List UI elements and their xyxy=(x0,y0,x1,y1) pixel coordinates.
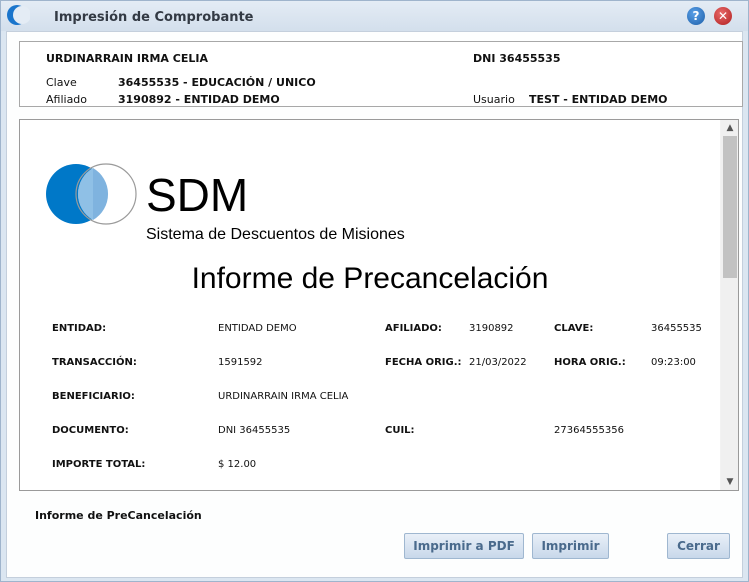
header-dni: DNI 36455535 xyxy=(473,52,561,65)
transaccion-value: 1591592 xyxy=(218,357,263,368)
document-page: SDM Sistema de Descuentos de Misiones In… xyxy=(20,120,720,490)
transaccion-label: TRANSACCIÓN: xyxy=(52,357,137,368)
clave-label: CLAVE: xyxy=(554,323,594,334)
header-afiliado-label: Afiliado xyxy=(46,93,88,106)
close-icon[interactable]: ✕ xyxy=(714,7,732,25)
header-name: URDINARRAIN IRMA CELIA xyxy=(46,52,208,65)
importe-value: $ 12.00 xyxy=(218,459,257,470)
entidad-value: ENTIDAD DEMO xyxy=(218,323,297,334)
help-icon[interactable]: ? xyxy=(687,7,705,25)
window-title: Impresión de Comprobante xyxy=(54,10,254,25)
scroll-up-icon[interactable]: ▲ xyxy=(721,120,738,136)
blank-area xyxy=(620,160,690,222)
fecha-value: 21/03/2022 xyxy=(469,357,527,368)
header-afiliado-value: 3190892 - ENTIDAD DEMO xyxy=(118,93,280,106)
app-logo-icon xyxy=(7,5,30,25)
documento-label: DOCUMENTO: xyxy=(52,425,129,436)
vertical-scrollbar[interactable]: ▲ ▼ xyxy=(721,120,738,490)
close-button[interactable]: Cerrar xyxy=(667,533,730,559)
sdm-logo-icon xyxy=(46,163,137,225)
fecha-label: FECHA ORIG.: xyxy=(385,357,462,368)
header-clave-label: Clave xyxy=(46,76,77,89)
scroll-down-icon[interactable]: ▼ xyxy=(721,474,738,490)
clave-value: 36455535 xyxy=(651,323,702,334)
print-button[interactable]: Imprimir xyxy=(532,533,609,559)
afiliado-label: AFILIADO: xyxy=(385,323,442,334)
scrollbar-thumb[interactable] xyxy=(723,136,737,278)
title-bar[interactable]: Impresión de Comprobante ? ✕ xyxy=(1,1,748,31)
afiliado-value: 3190892 xyxy=(469,323,514,334)
hora-label: HORA ORIG.: xyxy=(554,357,626,368)
logo-subtitle: Sistema de Descuentos de Misiones xyxy=(146,226,405,243)
document-preview[interactable]: SDM Sistema de Descuentos de Misiones In… xyxy=(19,119,739,491)
dialog-content: URDINARRAIN IRMA CELIA DNI 36455535 Clav… xyxy=(6,31,743,578)
document-title: Informe de Precancelación xyxy=(191,262,549,295)
cuil-label: CUIL: xyxy=(385,425,415,436)
cuil-value: 27364555356 xyxy=(554,425,624,436)
header-clave-value: 36455535 - EDUCACIÓN / UNICO xyxy=(118,76,316,89)
entidad-label: ENTIDAD: xyxy=(52,323,107,334)
print-pdf-button[interactable]: Imprimir a PDF xyxy=(404,533,524,559)
footer-report-label: Informe de PreCancelación xyxy=(35,509,202,522)
header-usuario-value: TEST - ENTIDAD DEMO xyxy=(529,93,668,106)
header-usuario-label: Usuario xyxy=(473,93,515,106)
beneficiario-label: BENEFICIARIO: xyxy=(52,391,135,402)
logo-text: SDM xyxy=(146,169,249,221)
voucher-header: URDINARRAIN IRMA CELIA DNI 36455535 Clav… xyxy=(19,41,743,107)
beneficiario-value: URDINARRAIN IRMA CELIA xyxy=(218,391,349,402)
importe-label: IMPORTE TOTAL: xyxy=(52,459,146,470)
documento-value: DNI 36455535 xyxy=(218,425,291,436)
print-dialog-window: Impresión de Comprobante ? ✕ URDINARRAIN… xyxy=(0,0,749,582)
hora-value: 09:23:00 xyxy=(651,357,696,368)
